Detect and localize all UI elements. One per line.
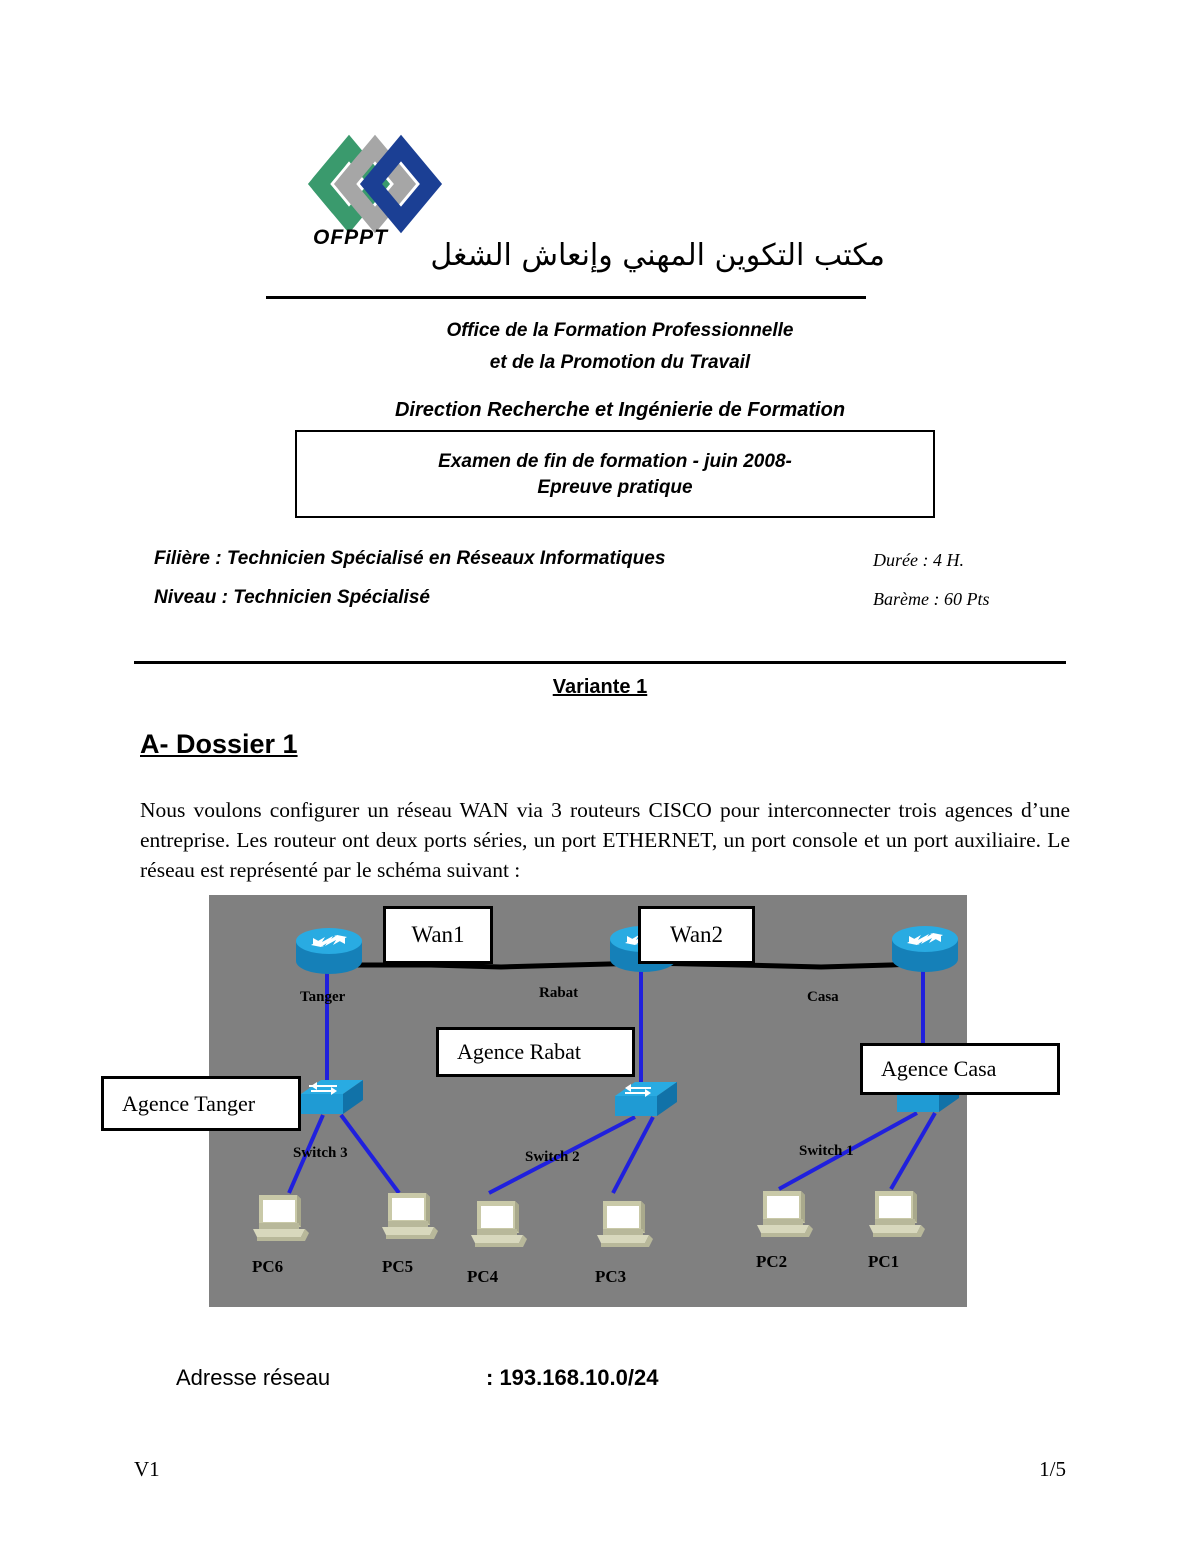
ofppt-logo: OFPPT: [283, 132, 443, 252]
agence-casa-label: Agence Casa: [881, 1056, 997, 1081]
exam-subtitle: Epreuve pratique: [537, 477, 693, 498]
adresse-reseau-label: Adresse réseau: [176, 1365, 331, 1390]
pc-6-label: PC6: [252, 1257, 284, 1276]
pc-4[interactable]: [467, 1195, 529, 1251]
adresse-reseau-row: Adresse réseau : 193.168.10.0/24: [176, 1365, 658, 1391]
link-switch2-pc3: [611, 1116, 655, 1194]
pc-2-label: PC2: [756, 1252, 788, 1271]
network-diagram: Tanger Rabat Casa Wan1 Wan2 Switch 3 Swi…: [101, 893, 1069, 1313]
router-tanger-label: Tanger: [300, 989, 346, 1005]
pc-1-label: PC1: [868, 1252, 900, 1271]
router-rabat-label: Rabat: [539, 985, 579, 1001]
intro-paragraph: Nous voulons configurer un réseau WAN vi…: [140, 798, 1070, 882]
wan2-label: Wan2: [669, 922, 724, 947]
pc-6[interactable]: [249, 1189, 311, 1245]
footer-page-number: 1/5: [1039, 1457, 1066, 1481]
switch-3-label: Switch 3: [293, 1145, 348, 1161]
switch-1-label: Switch 1: [799, 1143, 854, 1159]
router-casa[interactable]: [887, 921, 963, 977]
logo-wordmark: OFPPT: [313, 226, 389, 249]
footer-version: V1: [134, 1457, 160, 1481]
office-line-1: Office de la Formation Professionnelle: [446, 320, 794, 341]
computer-icon: [382, 1193, 438, 1239]
direction-line: Direction Recherche et Ingénierie de For…: [394, 399, 846, 421]
variante-heading: Variante 1: [552, 676, 648, 698]
switch-3[interactable]: [297, 1076, 367, 1122]
pc-5-label: PC5: [382, 1257, 414, 1276]
pc-3[interactable]: [593, 1195, 655, 1251]
pc-1[interactable]: [865, 1185, 927, 1241]
agence-rabat-label: Agence Rabat: [457, 1039, 581, 1064]
computer-icon: [869, 1191, 925, 1237]
computer-icon: [597, 1201, 653, 1247]
wan1-label: Wan1: [411, 922, 465, 947]
pc-4-label: PC4: [467, 1267, 499, 1286]
document-page: OFPPT مكتب التكوين المهني وإنعاش الشغل O…: [0, 0, 1200, 1553]
link-switch3-pc5: [339, 1113, 401, 1195]
arabic-title: مكتب التكوين المهني وإنعاش الشغل: [430, 238, 885, 273]
switch-icon: [301, 1080, 363, 1114]
dossier-heading: A- Dossier 1: [140, 729, 298, 759]
meta-divider: [134, 661, 1066, 664]
router-casa-label: Casa: [807, 989, 839, 1005]
computer-icon: [757, 1191, 813, 1237]
filiere-label: Filière : Technicien Spécialisé en Résea…: [154, 548, 666, 569]
duree-label: Durée : 4 H.: [873, 550, 964, 570]
agence-tanger-callout: Agence Tanger: [101, 1076, 301, 1131]
computer-icon: [471, 1201, 527, 1247]
pc-2[interactable]: [753, 1185, 815, 1241]
agence-tanger-label: Agence Tanger: [122, 1090, 256, 1116]
exam-title: Examen de fin de formation - juin 2008-: [438, 451, 792, 472]
exam-title-box: Examen de fin de formation - juin 2008- …: [295, 430, 935, 518]
router-icon: [892, 926, 958, 972]
adresse-reseau-value: : 193.168.10.0/24: [486, 1365, 659, 1390]
pc-3-label: PC3: [595, 1267, 627, 1286]
switch-icon: [615, 1082, 677, 1116]
router-icon: [296, 928, 362, 974]
wan1-callout: Wan1: [383, 906, 493, 964]
office-line-2: et de la Promotion du Travail: [489, 352, 751, 373]
computer-icon: [253, 1195, 309, 1241]
switch-2-label: Switch 2: [525, 1149, 580, 1165]
pc-5[interactable]: [378, 1187, 440, 1243]
header-divider: [266, 296, 866, 299]
switch-2[interactable]: [611, 1078, 681, 1124]
bareme-label: Barème : 60 Pts: [873, 589, 990, 609]
agence-casa-callout: Agence Casa: [860, 1043, 1060, 1095]
agence-rabat-callout: Agence Rabat: [436, 1027, 635, 1077]
niveau-label: Niveau : Technicien Spécialisé: [154, 587, 430, 608]
router-tanger[interactable]: [291, 923, 367, 979]
wan2-callout: Wan2: [638, 906, 755, 964]
